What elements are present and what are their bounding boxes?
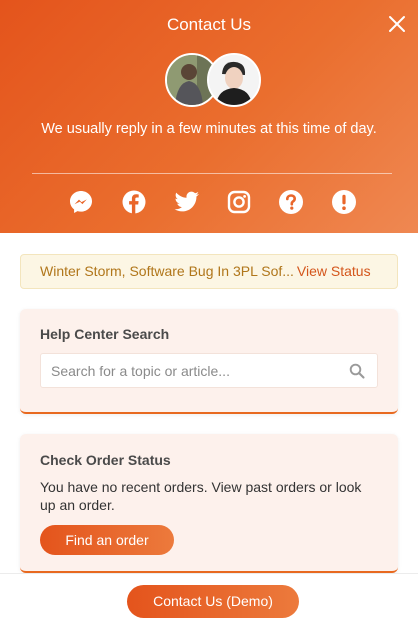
order-status-title: Check Order Status [40, 452, 171, 468]
status-banner-text: Winter Storm, Software Bug In 3PL Sof... [40, 263, 294, 279]
facebook-icon [122, 190, 146, 214]
twitter-icon [174, 191, 199, 212]
close-icon [389, 16, 405, 32]
order-status-card: Check Order Status You have no recent or… [20, 434, 398, 573]
header-title: Contact Us [166, 15, 252, 34]
exclamation-circle-icon [332, 190, 356, 214]
order-status-description: You have no recent orders. View past ord… [40, 479, 362, 513]
help-link[interactable] [278, 189, 304, 215]
find-order-button[interactable]: Find an order [40, 525, 174, 555]
instagram-icon [227, 190, 251, 214]
search-input[interactable] [41, 354, 341, 387]
reply-time-message: We usually reply in a few minutes at thi… [41, 121, 377, 137]
contact-us-button[interactable]: Contact Us (Demo) [127, 585, 299, 618]
instagram-link[interactable] [226, 189, 252, 215]
search-icon[interactable] [349, 363, 365, 379]
view-status-link[interactable]: View Status [297, 263, 371, 279]
status-banner: Winter Storm, Software Bug In 3PL Sof...… [20, 254, 398, 289]
footer: Contact Us (Demo) [0, 573, 418, 631]
divider [32, 173, 392, 174]
help-center-search-card: Help Center Search [20, 309, 398, 414]
question-circle-icon [279, 190, 303, 214]
social-links [0, 189, 418, 215]
help-center-search-title: Help Center Search [40, 326, 170, 342]
team-avatars [165, 53, 261, 107]
messenger-icon [70, 191, 92, 213]
alert-link[interactable] [331, 189, 357, 215]
search-box[interactable] [40, 353, 378, 388]
header: Contact Us We usually reply in a few min… [0, 0, 418, 233]
facebook-link[interactable] [121, 189, 147, 215]
avatar [207, 53, 261, 107]
twitter-link[interactable] [174, 189, 200, 215]
close-button[interactable] [386, 13, 408, 35]
messenger-link[interactable] [68, 189, 94, 215]
